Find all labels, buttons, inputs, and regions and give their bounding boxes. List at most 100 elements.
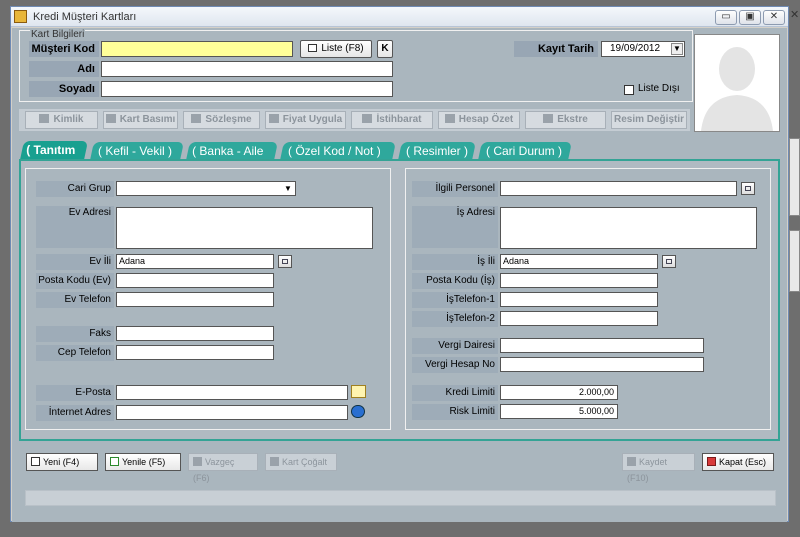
- is-adresi-input[interactable]: [500, 207, 757, 249]
- is-telefon-2-label: İşTelefon-2: [412, 311, 498, 327]
- background-close-icon[interactable]: ✕: [790, 8, 799, 21]
- internet-adres-input[interactable]: [116, 405, 348, 420]
- yeni-button[interactable]: Yeni (F4): [26, 453, 98, 471]
- kayit-tarih-label: Kayıt Tarih: [514, 41, 598, 57]
- tab-cari-durum-label: ( Cari Durum ): [486, 144, 563, 158]
- window-title: Kredi Müşteri Kartları: [33, 11, 137, 23]
- fiyat-uygula-button[interactable]: Fiyat Uygula: [265, 111, 346, 129]
- client-area: Kart Bilgileri Müşteri Kod Liste (F8) K …: [12, 28, 787, 522]
- globe-icon[interactable]: [351, 405, 365, 418]
- posta-kodu-ev-input[interactable]: [116, 273, 274, 288]
- avatar-icon: [701, 47, 773, 131]
- ekstre-button[interactable]: Ekstre: [525, 111, 606, 129]
- posta-kodu-ev-label: Posta Kodu (Ev): [36, 273, 114, 289]
- folder-icon: [191, 114, 202, 123]
- is-telefon-1-input[interactable]: [500, 292, 658, 307]
- istihbarat-button[interactable]: İstihbarat: [351, 111, 433, 129]
- tanitim-panel: Cari Grup ▼ Ev Adresi Ev İli Adana Posta…: [19, 159, 780, 441]
- kapat-button[interactable]: Kapat (Esc): [702, 453, 774, 471]
- vergi-dairesi-input[interactable]: [500, 338, 704, 353]
- liste-button[interactable]: Liste (F8): [300, 40, 372, 58]
- vergi-hesap-no-input[interactable]: [500, 357, 704, 372]
- kimlik-button[interactable]: Kimlik: [25, 111, 98, 129]
- cancel-icon: [193, 457, 202, 466]
- tab-banka-aile[interactable]: ( Banka - Aile ): [186, 142, 278, 176]
- is-ili-input[interactable]: Adana: [500, 254, 658, 269]
- kapat-label: Kapat (Esc): [719, 457, 767, 467]
- cep-telefon-input[interactable]: [116, 345, 274, 360]
- summary-icon: [444, 114, 455, 123]
- hesap-ozet-button[interactable]: Hesap Özet: [438, 111, 520, 129]
- e-posta-input[interactable]: [116, 385, 348, 400]
- fiyat-uygula-label: Fiyat Uygula: [282, 114, 343, 125]
- musteri-kod-label: Müşteri Kod: [29, 41, 99, 57]
- kredi-limiti-label: Kredi Limiti: [412, 385, 498, 401]
- cep-telefon-label: Cep Telefon: [36, 345, 114, 361]
- soyad-input[interactable]: [101, 81, 393, 97]
- resim-degistir-button[interactable]: Resim Değiştir: [611, 111, 687, 129]
- posta-kodu-is-input[interactable]: [500, 273, 658, 288]
- kart-cogalt-button[interactable]: Kart Çoğalt: [265, 453, 337, 471]
- risk-limiti-input[interactable]: 5.000,00: [500, 404, 618, 419]
- vazgec-button[interactable]: Vazgeç (F6): [188, 453, 258, 483]
- tab-resimler[interactable]: ( Resimler ): [398, 142, 476, 160]
- close-button[interactable]: ✕: [763, 10, 785, 25]
- envelope-icon[interactable]: [351, 385, 366, 398]
- k-button[interactable]: K: [377, 40, 393, 58]
- is-adresi-label: İş Adresi: [412, 206, 498, 248]
- bottom-toolbar: Yeni (F4) Yenile (F5) Vazgeç (F6) Kart Ç…: [19, 453, 780, 483]
- is-ili-list-button[interactable]: [662, 255, 676, 268]
- close-icon: [707, 457, 716, 466]
- tab-kefil-vekil[interactable]: ( Kefil - Vekil ): [90, 142, 184, 160]
- faks-input[interactable]: [116, 326, 274, 341]
- tab-cari-durum[interactable]: ( Cari Durum ): [478, 142, 572, 160]
- title-bar[interactable]: Kredi Müşteri Kartları ▭ ▣ ✕: [11, 7, 788, 27]
- minimize-button[interactable]: ▭: [715, 10, 737, 25]
- yeni-label: Yeni (F4): [43, 457, 80, 467]
- tab-tanitim[interactable]: ( Tanıtım ): [19, 141, 89, 175]
- istihbarat-label: İstihbarat: [376, 114, 422, 125]
- tab-ozel-kod-not[interactable]: ( Özel Kod / Not ): [280, 142, 396, 160]
- chevron-down-icon[interactable]: ▼: [282, 182, 294, 195]
- ekstre-label: Ekstre: [557, 114, 588, 125]
- new-file-icon: [31, 457, 40, 466]
- sozlesme-button[interactable]: Sözleşme: [183, 111, 260, 129]
- background-scrollbar[interactable]: [789, 138, 800, 216]
- cari-grup-select[interactable]: ▼: [116, 181, 296, 196]
- is-telefon-2-input[interactable]: [500, 311, 658, 326]
- kaydet-button[interactable]: Kaydet (F10): [622, 453, 695, 483]
- ev-ili-label: Ev İli: [36, 254, 114, 270]
- ilgili-personel-input[interactable]: [500, 181, 737, 196]
- musteri-kod-input[interactable]: [101, 41, 293, 57]
- ilgili-personel-list-button[interactable]: [741, 182, 755, 195]
- ev-adresi-label: Ev Adresi: [36, 206, 114, 248]
- background-scrollbar-2[interactable]: [789, 230, 800, 292]
- ev-ili-list-button[interactable]: [278, 255, 292, 268]
- kimlik-label: Kimlik: [53, 114, 84, 125]
- liste-disi-checkbox[interactable]: [624, 85, 634, 95]
- ev-adresi-input[interactable]: [116, 207, 373, 249]
- yenile-button[interactable]: Yenile (F5): [105, 453, 181, 471]
- sozlesme-label: Sözleşme: [205, 114, 252, 125]
- info-icon: [362, 114, 373, 123]
- ilgili-personel-label: İlgili Personel: [412, 181, 498, 197]
- ad-input[interactable]: [101, 61, 393, 77]
- vergi-dairesi-label: Vergi Dairesi: [412, 338, 498, 354]
- kart-basimi-button[interactable]: Kart Basımı: [103, 111, 178, 129]
- kayit-tarih-input[interactable]: 19/09/2012 ▼: [601, 41, 685, 57]
- list-icon: [282, 259, 288, 264]
- action-toolbar: Kimlik Kart Basımı Sözleşme Fiyat Uygula…: [19, 109, 690, 131]
- kart-bilgileri-legend: Kart Bilgileri: [30, 29, 86, 40]
- chevron-down-icon[interactable]: ▼: [671, 43, 683, 55]
- e-posta-label: E-Posta: [36, 385, 114, 401]
- vergi-hesap-no-label: Vergi Hesap No: [412, 357, 498, 373]
- print-icon: [105, 114, 116, 123]
- liste-button-label: Liste (F8): [321, 43, 364, 54]
- kredi-limiti-input[interactable]: 2.000,00: [500, 385, 618, 400]
- ev-telefon-input[interactable]: [116, 292, 274, 307]
- kart-bilgileri-group: Kart Bilgileri Müşteri Kod Liste (F8) K …: [19, 29, 693, 102]
- tab-resimler-label: ( Resimler ): [406, 144, 468, 158]
- ev-ili-input[interactable]: Adana: [116, 254, 274, 269]
- posta-kodu-is-label: Posta Kodu (İş): [412, 273, 498, 289]
- maximize-button[interactable]: ▣: [739, 10, 761, 25]
